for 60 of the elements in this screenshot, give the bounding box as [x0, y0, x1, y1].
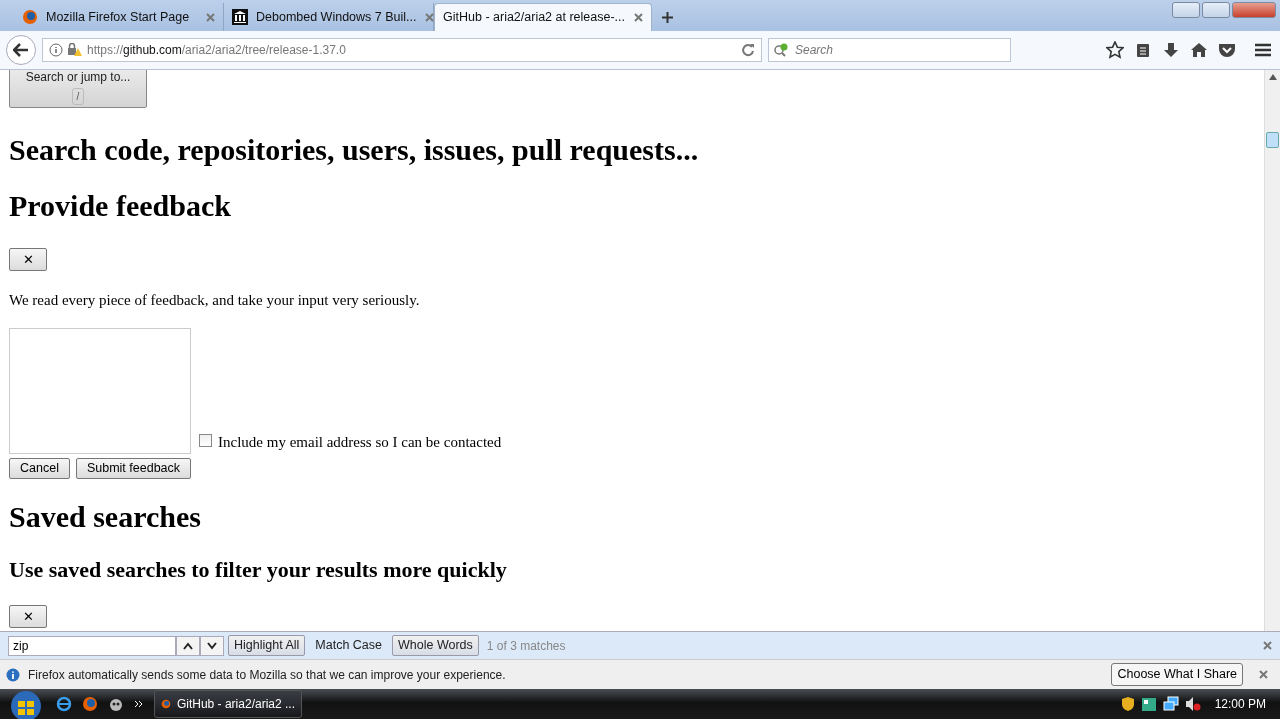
search-icon: [774, 43, 790, 57]
star-icon[interactable]: [1104, 39, 1126, 61]
close-icon[interactable]: [206, 12, 215, 22]
chevron-up-icon: [183, 641, 193, 650]
heading: Search code, repositories, users, issues, pull requests...: [9, 132, 700, 168]
close-button[interactable]: ✕: [9, 248, 47, 271]
find-field[interactable]: zip: [8, 635, 176, 656]
notification-text: Firefox automatically sends some data to Mozilla so that we can improve your experience.: [28, 666, 506, 684]
close-button[interactable]: ✕: [9, 604, 47, 628]
close-icon[interactable]: [1259, 670, 1268, 679]
close-icon[interactable]: [424, 12, 434, 22]
subheading: Use saved searches to filter your results more quickly: [9, 556, 508, 583]
previous-button[interactable]: [176, 635, 200, 656]
app-icon[interactable]: [108, 696, 124, 712]
firefox-icon[interactable]: [82, 696, 98, 712]
close-icon[interactable]: [634, 13, 643, 22]
feedback-text: We read every piece of feedback, and take your input very seriously.: [9, 291, 421, 310]
choose-button[interactable]: Choose What I Share: [1111, 663, 1243, 686]
restore-button[interactable]: [1202, 2, 1230, 18]
find-option-toggle[interactable]: Whole Words: [392, 635, 479, 656]
url-text: https://github.com/aria2/aria2/tree/release-1.37.0: [87, 42, 347, 59]
tab[interactable]: GitHub - aria2/aria2 at release-...: [434, 3, 652, 31]
find-option-toggle[interactable]: Highlight All: [228, 635, 306, 656]
address-bar[interactable]: https://github.com/aria2/aria2/tree/release-1.37.0: [42, 38, 762, 62]
back-arrow-icon: [13, 43, 29, 57]
match-count: 1 of 3 matches: [486, 637, 567, 655]
heading: Provide feedback: [9, 188, 232, 224]
network-icon[interactable]: [1162, 696, 1179, 712]
close-icon[interactable]: [1263, 641, 1272, 650]
clock: 12:00 PM: [1214, 696, 1266, 713]
info-icon: [6, 667, 20, 682]
cancel-button[interactable]: Cancel: [9, 457, 70, 479]
checkbox-label: Include my email address so I can be contacted: [218, 434, 502, 450]
warning-lock-icon[interactable]: [67, 43, 83, 57]
chevron-icon[interactable]: [134, 699, 144, 709]
feedback-input[interactable]: [9, 327, 191, 454]
email-checkbox[interactable]: [199, 434, 212, 447]
scrollbar[interactable]: [1264, 70, 1280, 631]
submit-button[interactable]: Submit feedback: [75, 457, 192, 479]
search-field[interactable]: Search: [768, 38, 1011, 62]
taskbar-window-button[interactable]: GitHub - aria2/aria2 ...: [154, 690, 302, 718]
info-icon[interactable]: [49, 43, 63, 57]
next-button[interactable]: [200, 635, 224, 656]
shortcut-key: /: [71, 88, 85, 105]
firefox-icon: [22, 9, 38, 25]
muted-speaker-icon[interactable]: [1184, 696, 1201, 712]
reload-icon[interactable]: [741, 43, 755, 57]
new-tab-icon[interactable]: [662, 12, 673, 23]
back-button[interactable]: [6, 35, 36, 65]
chevron-down-icon: [207, 641, 217, 650]
scrollbar-thumb[interactable]: [1266, 132, 1279, 148]
minimize-button[interactable]: [1172, 2, 1200, 18]
shield-icon[interactable]: [1120, 696, 1135, 712]
scroll-up-icon[interactable]: [1268, 74, 1277, 80]
browser-icon[interactable]: [56, 696, 72, 712]
search-button[interactable]: Search or jump to... /: [9, 70, 147, 108]
firefox-icon: [161, 697, 171, 711]
heading: Saved searches: [9, 498, 202, 535]
find-option-toggle[interactable]: Match Case: [309, 635, 389, 656]
building-icon: [232, 9, 248, 25]
